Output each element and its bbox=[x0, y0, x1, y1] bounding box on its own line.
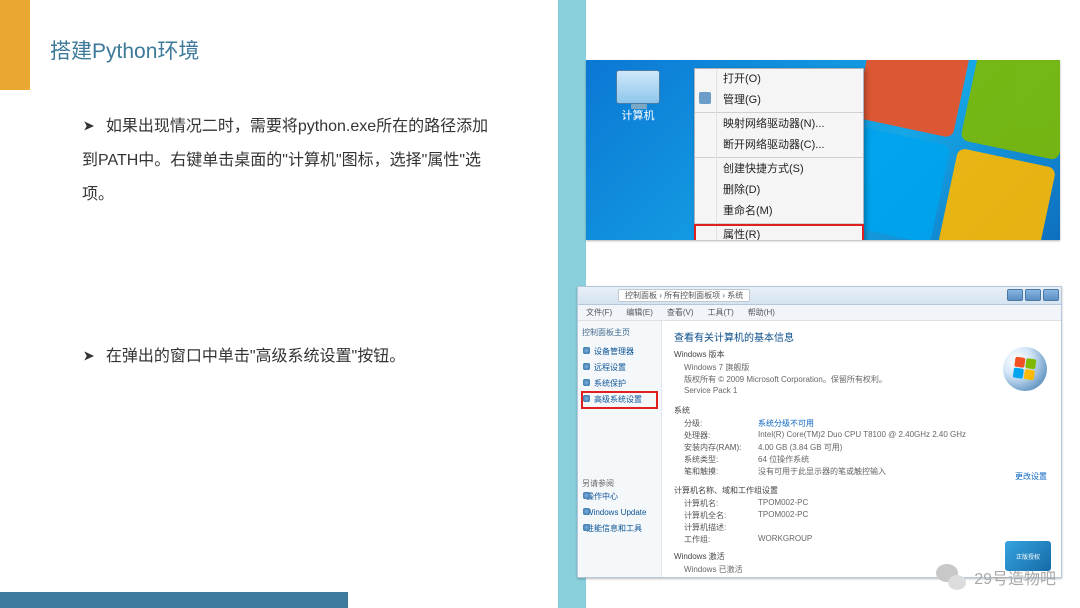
sidebar-also-action-center[interactable]: 操作中心 bbox=[582, 489, 657, 505]
sidebar-link-device-manager[interactable]: 设备管理器 bbox=[582, 344, 657, 360]
menu-help[interactable]: 帮助(H) bbox=[748, 307, 775, 318]
minimize-button[interactable] bbox=[1007, 289, 1023, 301]
menubar: 文件(F) 编辑(E) 查看(V) 工具(T) 帮助(H) bbox=[578, 305, 1061, 321]
sidebar-link-protection[interactable]: 系统保护 bbox=[582, 376, 657, 392]
menu-item-properties[interactable]: 属性(R) bbox=[695, 225, 863, 240]
bullet-icon: ➤ bbox=[83, 342, 95, 373]
bullet-icon: ➤ bbox=[83, 112, 95, 143]
breadcrumb[interactable]: 控制面板 › 所有控制面板项 › 系统 bbox=[618, 289, 750, 302]
paragraph-2: ➤ 在弹出的窗口中单击"高级系统设置"按钮。 bbox=[82, 340, 492, 374]
menu-view[interactable]: 查看(V) bbox=[667, 307, 694, 318]
computer-name: TPOM002-PC bbox=[758, 498, 808, 509]
accent-bar-bottom bbox=[0, 592, 348, 608]
full-computer-name: TPOM002-PC bbox=[758, 510, 808, 521]
windows-logo-wallpaper bbox=[830, 60, 1060, 240]
wechat-watermark: 29号造物吧 bbox=[936, 564, 1056, 590]
context-menu: 打开(O) 管理(G) 映射网络驱动器(N)... 断开网络驱动器(C)... … bbox=[694, 68, 864, 240]
service-pack: Service Pack 1 bbox=[684, 386, 737, 395]
sidebar: 控制面板主页 设备管理器 远程设置 系统保护 高级系统设置 另请参阅 操作中心 … bbox=[578, 321, 662, 577]
menu-file[interactable]: 文件(F) bbox=[586, 307, 612, 318]
sidebar-link-advanced-settings[interactable]: 高级系统设置 bbox=[582, 392, 657, 408]
maximize-button[interactable] bbox=[1025, 289, 1041, 301]
workgroup: WORKGROUP bbox=[758, 534, 812, 545]
system-type-value: 64 位操作系统 bbox=[758, 454, 809, 465]
rating-value[interactable]: 系统分级不可用 bbox=[758, 418, 814, 429]
menu-tools[interactable]: 工具(T) bbox=[708, 307, 734, 318]
wechat-icon bbox=[936, 564, 966, 590]
edition-name: Windows 7 旗舰版 bbox=[684, 362, 749, 373]
computer-icon bbox=[616, 70, 660, 104]
windows-logo-icon bbox=[1003, 347, 1047, 391]
ram-value: 4.00 GB (3.84 GB 可用) bbox=[758, 442, 842, 453]
content-pane: 查看有关计算机的基本信息 Windows 版本 Windows 7 旗舰版 版权… bbox=[662, 321, 1061, 577]
change-settings-link[interactable]: 更改设置 bbox=[1015, 471, 1047, 482]
pen-touch-value: 没有可用于此显示器的笔或触控输入 bbox=[758, 466, 886, 477]
sidebar-also-heading: 另请参阅 bbox=[582, 478, 657, 489]
sidebar-also-windows-update[interactable]: Windows Update bbox=[582, 505, 657, 521]
menu-item-map-drive[interactable]: 映射网络驱动器(N)... bbox=[695, 114, 863, 135]
window-controls bbox=[1007, 289, 1059, 301]
sidebar-heading: 控制面板主页 bbox=[582, 327, 657, 338]
activation-title: Windows 激活 bbox=[674, 551, 1049, 562]
cpu-value: Intel(R) Core(TM)2 Duo CPU T8100 @ 2.40G… bbox=[758, 430, 966, 441]
sidebar-also-performance[interactable]: 性能信息和工具 bbox=[582, 521, 657, 537]
shield-icon bbox=[699, 92, 711, 104]
window-titlebar: 控制面板 › 所有控制面板项 › 系统 bbox=[578, 287, 1061, 305]
slide-title: 搭建Python环境 bbox=[50, 35, 199, 65]
computer-desktop-icon[interactable]: 计算机 bbox=[610, 70, 666, 123]
menu-item-open[interactable]: 打开(O) bbox=[695, 69, 863, 90]
content-heading: 查看有关计算机的基本信息 bbox=[674, 329, 1049, 344]
computer-icon-label: 计算机 bbox=[622, 110, 655, 122]
menu-item-create-shortcut[interactable]: 创建快捷方式(S) bbox=[695, 159, 863, 180]
sidebar-link-remote[interactable]: 远程设置 bbox=[582, 360, 657, 376]
menu-item-disconnect-drive[interactable]: 断开网络驱动器(C)... bbox=[695, 135, 863, 156]
accent-bar-left bbox=[0, 0, 30, 90]
edition-title: Windows 版本 bbox=[674, 349, 1049, 360]
menu-edit[interactable]: 编辑(E) bbox=[626, 307, 653, 318]
menu-item-rename[interactable]: 重命名(M) bbox=[695, 201, 863, 222]
close-button[interactable] bbox=[1043, 289, 1059, 301]
wechat-text: 29号造物吧 bbox=[974, 565, 1056, 589]
menu-item-delete[interactable]: 删除(D) bbox=[695, 180, 863, 201]
screenshot-system-properties: 控制面板 › 所有控制面板项 › 系统 文件(F) 编辑(E) 查看(V) 工具… bbox=[577, 286, 1062, 578]
network-title: 计算机名称、域和工作组设置 bbox=[674, 485, 1049, 496]
activation-status: Windows 已激活 bbox=[684, 564, 743, 575]
system-title: 系统 bbox=[674, 405, 1049, 416]
paragraph-1-text: 如果出现情况二时，需要将python.exe所在的路径添加到PATH中。右键单击… bbox=[82, 118, 488, 203]
screenshot-desktop-context-menu: 计算机 打开(O) 管理(G) 映射网络驱动器(N)... 断开网络驱动器(C)… bbox=[586, 60, 1060, 240]
menu-item-manage[interactable]: 管理(G) bbox=[695, 90, 863, 111]
product-id: 产品 ID: 00426-OEM-8992662-00400 bbox=[684, 576, 817, 577]
paragraph-2-text: 在弹出的窗口中单击"高级系统设置"按钮。 bbox=[106, 348, 405, 365]
paragraph-1: ➤ 如果出现情况二时，需要将python.exe所在的路径添加到PATH中。右键… bbox=[82, 110, 492, 212]
copyright: 版权所有 © 2009 Microsoft Corporation。保留所有权利… bbox=[684, 374, 887, 385]
